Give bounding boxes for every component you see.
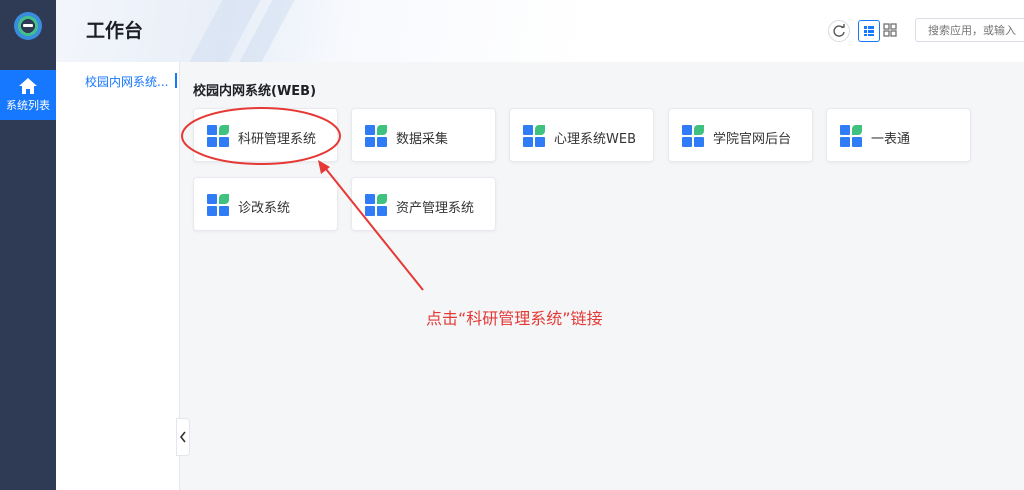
arrow-head: [318, 160, 330, 174]
app-icon: [365, 125, 387, 147]
annotation-text: 点击“科研管理系统”链接: [426, 309, 603, 328]
app-icon: [365, 194, 387, 216]
campus-logo-icon: [14, 12, 42, 40]
list-view-icon: [864, 26, 874, 36]
app-name: 学院官网后台: [713, 132, 792, 147]
app-icon: [523, 125, 545, 147]
app-card-college-website-admin[interactable]: 学院官网后台: [668, 108, 813, 162]
refresh-icon: [833, 24, 845, 37]
app-card-research-management[interactable]: 科研管理系统: [193, 108, 338, 162]
app-name: 一表通: [871, 132, 911, 147]
left-rail: 系统列表: [0, 0, 56, 490]
app-card-psychology-web[interactable]: 心理系统WEB: [509, 108, 654, 162]
app-icon: [682, 125, 704, 147]
category-sidebar: 校园内网系统...: [56, 62, 180, 490]
app-icon: [840, 125, 862, 147]
app-card-data-collection[interactable]: 数据采集: [351, 108, 496, 162]
app-card-asset-management[interactable]: 资产管理系统: [351, 177, 496, 231]
app-search-field[interactable]: [915, 18, 1024, 42]
collapse-sidebar-button[interactable]: [176, 418, 190, 456]
app-card-diagnosis-improvement[interactable]: 诊改系统: [193, 177, 338, 231]
app-name: 资产管理系统: [396, 201, 475, 216]
refresh-button[interactable]: [828, 20, 850, 42]
home-icon: [19, 78, 37, 94]
app-icon: [207, 194, 229, 216]
search-input[interactable]: [926, 23, 1024, 38]
page-title: 工作台: [86, 20, 144, 42]
header: 工作台: [56, 0, 1024, 62]
app-name: 数据采集: [396, 132, 449, 147]
app-name: 诊改系统: [238, 201, 291, 216]
rail-item-system-list[interactable]: 系统列表: [0, 70, 56, 120]
active-indicator: [175, 73, 177, 88]
chevron-left-icon: [179, 431, 186, 443]
grid-view-icon: [883, 23, 897, 37]
list-view-button[interactable]: [858, 20, 880, 42]
app-card-one-form[interactable]: 一表通: [826, 108, 971, 162]
app-icon: [207, 125, 229, 147]
category-item-campus-intranet[interactable]: 校园内网系统...: [85, 73, 168, 90]
rail-item-label: 系统列表: [6, 99, 50, 112]
app-name: 心理系统WEB: [554, 132, 636, 147]
section-title: 校园内网系统(WEB): [193, 84, 317, 99]
app-name: 科研管理系统: [238, 132, 317, 147]
grid-view-button[interactable]: [880, 20, 900, 40]
